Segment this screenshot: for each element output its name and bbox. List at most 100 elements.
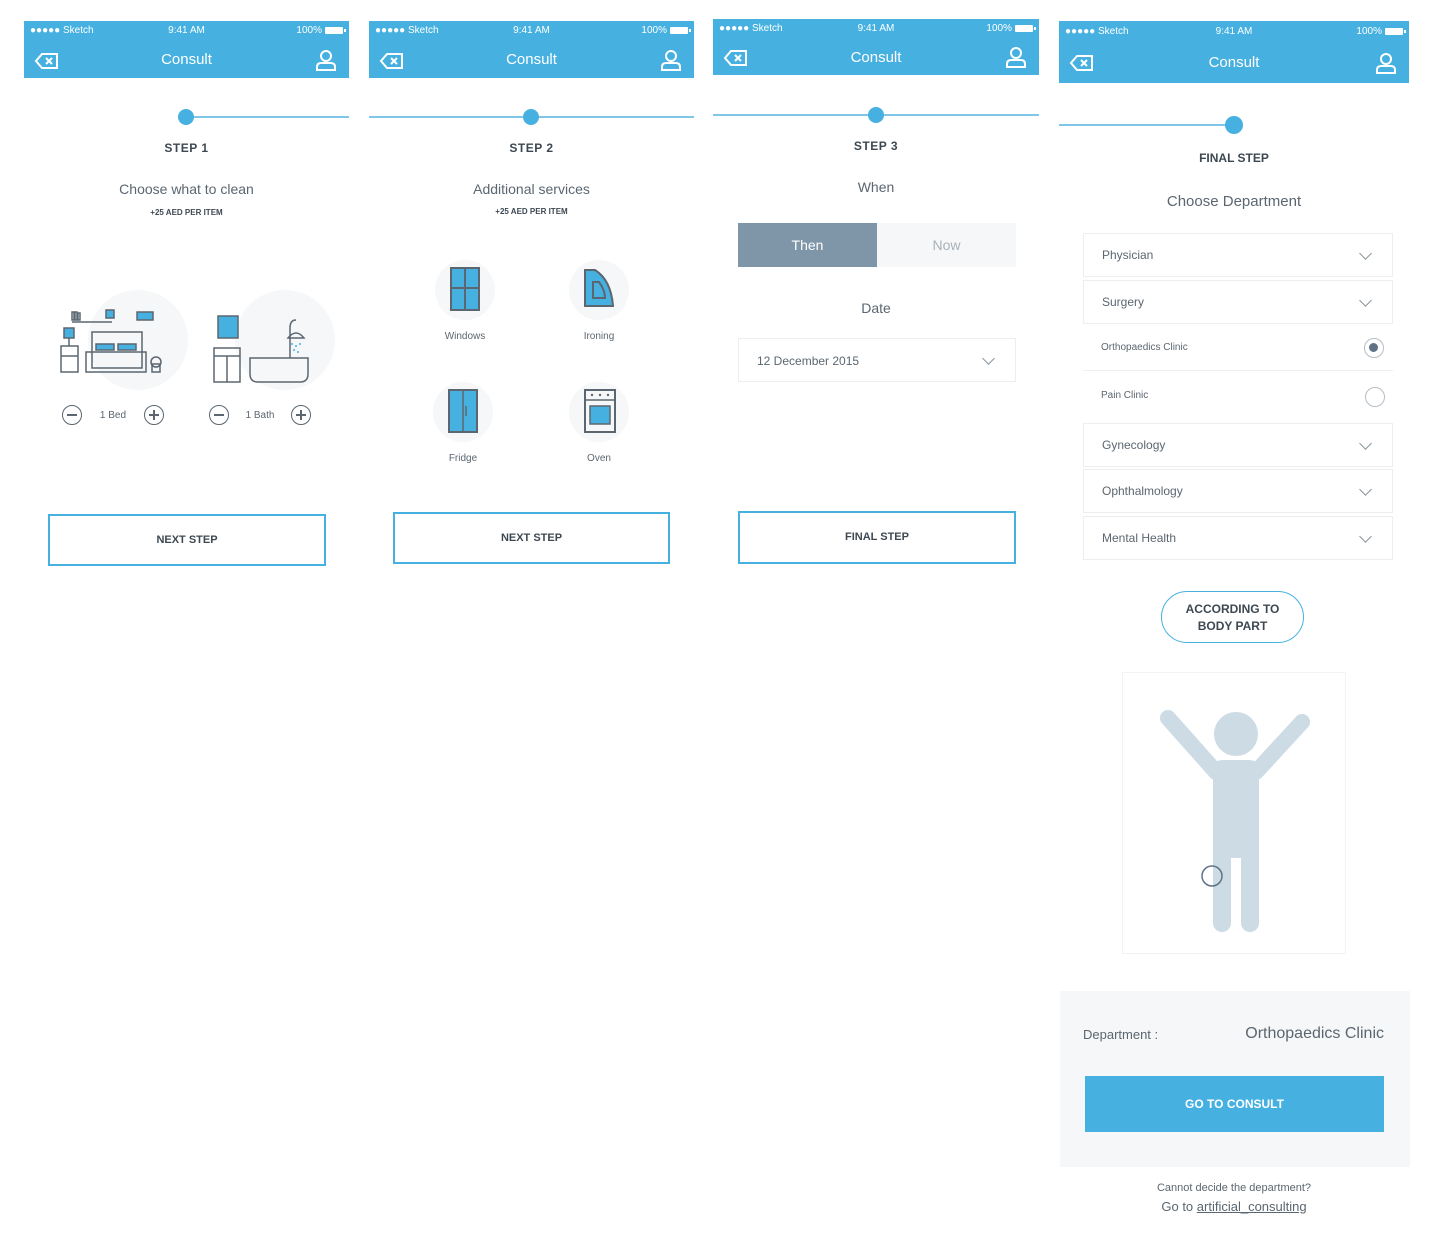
bed-counter: 1 Bed [62, 405, 164, 425]
bed-plus-button[interactable] [144, 405, 164, 425]
radio-unselected[interactable] [1365, 387, 1385, 407]
page-heading: When [857, 179, 895, 195]
chevron-down-icon [1359, 294, 1372, 307]
help-prefix: Go to [1161, 1199, 1197, 1214]
sub-department-pain-clinic[interactable]: Pain Clinic [1083, 375, 1393, 419]
price-note: +25 AED PER ITEM [495, 207, 568, 216]
bath-minus-button[interactable] [209, 405, 229, 425]
nav-bar: ●●●●● Sketch 9:41 AM 100% Consult [713, 19, 1039, 75]
department-label: Surgery [1102, 295, 1145, 309]
department-surgery[interactable]: Surgery [1083, 280, 1393, 324]
department-label: Ophthalmology [1102, 484, 1183, 498]
battery-text: 100% [986, 23, 1012, 34]
next-step-button[interactable]: NEXT STEP [48, 514, 326, 566]
bed-minus-button[interactable] [62, 405, 82, 425]
chevron-down-icon [1359, 483, 1372, 496]
nav-bar: ●●●●● Sketch 9:41 AM 100% Consult [369, 21, 694, 78]
status-bar: ●●●●● Sketch 9:41 AM 100% [369, 25, 694, 39]
next-step-button[interactable]: NEXT STEP [393, 512, 670, 564]
summary-panel: Department : Orthopaedics Clinic GO TO C… [1060, 991, 1410, 1167]
service-label: Fridge [448, 453, 478, 464]
department-label: Pain Clinic [1101, 390, 1149, 401]
battery-text: 100% [296, 25, 322, 36]
progress-line [186, 116, 349, 118]
window-icon [450, 267, 480, 311]
battery-text: 100% [1356, 26, 1382, 37]
nav-title: Consult [850, 49, 902, 66]
screen-step-1: ●●●●● Sketch 9:41 AM 100% Consult STEP 1… [24, 0, 349, 600]
bathroom-icon [213, 315, 309, 383]
progress-dot [178, 109, 194, 125]
battery-icon [1385, 28, 1406, 35]
chevron-down-icon [982, 352, 995, 365]
user-icon[interactable] [315, 49, 337, 71]
screen-step-2: ●●●●● Sketch 9:41 AM 100% Consult STEP 2… [369, 0, 694, 600]
department-label: Orthopaedics Clinic [1101, 342, 1188, 353]
step-label: STEP 3 [853, 139, 899, 153]
time-segmented-control: Then Now [738, 223, 1016, 267]
department-label: Gynecology [1102, 438, 1166, 452]
department-ophthalmology[interactable]: Ophthalmology [1083, 469, 1393, 513]
battery-icon [1015, 25, 1036, 32]
department-physician[interactable]: Physician [1083, 233, 1393, 277]
progress-line [1059, 124, 1234, 126]
date-dropdown[interactable]: 12 December 2015 [738, 338, 1016, 382]
price-note: +25 AED PER ITEM [150, 208, 223, 217]
chevron-down-icon [1359, 437, 1372, 450]
date-value: 12 December 2015 [757, 354, 860, 368]
segment-then[interactable]: Then [738, 223, 877, 267]
final-step-button[interactable]: FINAL STEP [738, 511, 1016, 564]
bed-count: 1 Bed [99, 409, 127, 421]
human-body-figure[interactable] [1150, 700, 1320, 940]
page-heading: Additional services [473, 181, 590, 197]
status-bar: ●●●●● Sketch 9:41 AM 100% [24, 25, 349, 39]
bath-count: 1 Bath [245, 409, 275, 421]
status-bar: ●●●●● Sketch 9:41 AM 100% [713, 23, 1039, 37]
status-bar: ●●●●● Sketch 9:41 AM 100% [1059, 26, 1409, 40]
step-label: STEP 1 [164, 141, 209, 155]
nav-bar: ●●●●● Sketch 9:41 AM 100% Consult [24, 21, 349, 78]
department-label: Physician [1102, 248, 1154, 262]
user-icon[interactable] [1005, 46, 1027, 68]
body-part-toggle-button[interactable]: ACCORDING TO BODY PART [1161, 591, 1304, 643]
step-label: STEP 2 [509, 141, 554, 155]
department-mental-health[interactable]: Mental Health [1083, 516, 1393, 560]
nav-title: Consult [506, 51, 557, 68]
page-heading: Choose Department [1166, 193, 1302, 210]
department-gynecology[interactable]: Gynecology [1083, 423, 1393, 467]
service-label: Oven [587, 453, 611, 464]
date-label: Date [861, 300, 891, 316]
artificial-consulting-link[interactable]: artificial_consulting [1197, 1199, 1307, 1214]
radio-selected[interactable] [1364, 338, 1384, 358]
step-label: FINAL STEP [1199, 151, 1269, 165]
page-heading: Choose what to clean [119, 181, 254, 197]
help-text: Cannot decide the department? [1156, 1182, 1312, 1194]
go-to-consult-button[interactable]: GO TO CONSULT [1085, 1076, 1384, 1132]
bath-counter: 1 Bath [209, 405, 311, 425]
department-summary-value: Orthopaedics Clinic [1245, 1025, 1384, 1042]
bath-plus-button[interactable] [291, 405, 311, 425]
pill-line-1: ACCORDING TO [1185, 602, 1280, 616]
iron-icon [584, 269, 615, 307]
fridge-icon [448, 389, 478, 433]
battery-text: 100% [641, 25, 667, 36]
nav-bar: ●●●●● Sketch 9:41 AM 100% Consult [1059, 21, 1409, 83]
user-icon[interactable] [660, 49, 682, 71]
segment-now[interactable]: Now [877, 223, 1016, 267]
department-label: Mental Health [1102, 531, 1177, 545]
oven-icon [584, 389, 616, 433]
user-icon[interactable] [1375, 52, 1397, 74]
chevron-down-icon [1359, 247, 1372, 260]
nav-title: Consult [161, 51, 212, 68]
battery-icon [325, 27, 346, 34]
progress-dot [1225, 116, 1243, 134]
department-summary-label: Department : [1083, 1027, 1159, 1042]
battery-icon [670, 27, 691, 34]
service-label: Ironing [583, 331, 615, 342]
sub-department-orthopaedics[interactable]: Orthopaedics Clinic [1083, 327, 1393, 371]
progress-dot [523, 109, 539, 125]
nav-title: Consult [1208, 54, 1260, 71]
help-line: Go to artificial_consulting [1059, 1199, 1409, 1214]
service-label: Windows [444, 331, 486, 342]
screen-step-3: ●●●●● Sketch 9:41 AM 100% Consult STEP 3… [713, 0, 1039, 600]
